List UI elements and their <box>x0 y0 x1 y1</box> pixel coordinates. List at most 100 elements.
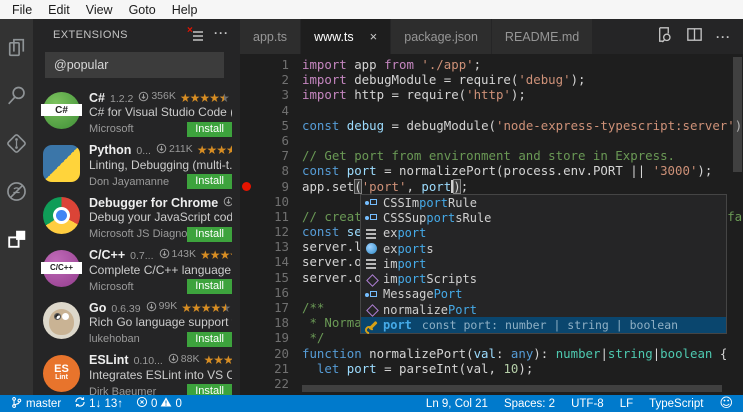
editor-group: app.tswww.ts×package.jsonREADME.md ··· 1 i… <box>240 19 743 395</box>
source-control-icon[interactable] <box>0 119 33 167</box>
install-button[interactable]: Install <box>187 122 232 137</box>
breakpoint-margin[interactable] <box>240 330 253 345</box>
breakpoint-margin[interactable] <box>240 209 253 224</box>
breakpoint-margin[interactable] <box>240 361 253 376</box>
line-number: 1 <box>253 57 289 72</box>
error-count-icon <box>136 396 148 411</box>
breakpoint-margin[interactable] <box>240 133 253 148</box>
activity-bar <box>0 19 33 395</box>
breakpoint-margin[interactable] <box>240 57 253 72</box>
files-icon[interactable] <box>0 23 33 71</box>
keyword-kind-icon <box>365 257 379 270</box>
breakpoint-margin[interactable] <box>240 254 253 269</box>
sidebar-title: EXTENSIONS <box>53 29 178 41</box>
extension-list-item[interactable]: Python0...211K★★★★★★Linting, Debugging (… <box>33 138 240 191</box>
breakpoint-margin[interactable] <box>240 239 253 254</box>
menu-item-help[interactable]: Help <box>164 2 206 18</box>
search-icon[interactable] <box>0 71 33 119</box>
tab-app-ts[interactable]: app.ts <box>240 19 300 54</box>
suggestion-label: CSSSupportsRule <box>383 211 491 225</box>
breakpoint-margin[interactable] <box>240 285 253 300</box>
debug-icon[interactable] <box>0 167 33 215</box>
install-button[interactable]: Install <box>187 332 232 347</box>
split-editor-icon[interactable] <box>685 25 704 49</box>
suggestion-item[interactable]: MessagePort <box>361 287 726 302</box>
suggestion-detail: const port: number | string | boolean <box>422 318 678 332</box>
tab-README-md[interactable]: README.md <box>492 19 592 54</box>
breakpoint-margin[interactable] <box>240 376 253 391</box>
line-number: 3 <box>253 87 289 102</box>
suggestion-item[interactable]: export <box>361 226 726 241</box>
breakpoint-margin[interactable] <box>240 87 253 102</box>
extensions-icon[interactable] <box>0 215 33 263</box>
cursor-position[interactable]: Ln 9, Col 21 <box>426 398 488 410</box>
install-button[interactable]: Install <box>187 279 232 294</box>
line-number: 2 <box>253 72 289 87</box>
tab-www-ts[interactable]: www.ts× <box>301 19 390 54</box>
star-icon: ★ <box>223 353 232 367</box>
extension-list-item[interactable]: Go0.6.3999K★★★★★★Rich Go language suppor… <box>33 295 240 348</box>
tab-package-json[interactable]: package.json <box>391 19 491 54</box>
extension-list-item[interactable]: Debugger for Chrome148Debug your JavaScr… <box>33 190 240 243</box>
git-branch-status[interactable]: master <box>10 396 61 412</box>
line-text: */ <box>289 330 324 345</box>
module-kind-icon <box>365 242 379 255</box>
more-actions-icon[interactable]: ··· <box>214 28 230 42</box>
install-button[interactable]: Install <box>187 174 232 189</box>
line-number: 10 <box>253 194 289 209</box>
close-icon[interactable]: × <box>370 30 378 43</box>
clear-extensions-input-icon[interactable]: × <box>188 28 204 42</box>
breakpoint-margin[interactable] <box>240 270 253 285</box>
encoding[interactable]: UTF-8 <box>571 398 604 410</box>
menu-item-file[interactable]: File <box>4 2 40 18</box>
language-mode[interactable]: TypeScript <box>649 398 703 410</box>
suggestion-item[interactable]: port const port: number | string | boolea… <box>361 317 726 332</box>
property-kind-icon <box>365 211 379 224</box>
suggestion-item[interactable]: import <box>361 256 726 271</box>
horizontal-scrollbar[interactable] <box>302 385 722 392</box>
install-button[interactable]: Install <box>187 227 232 242</box>
breakpoint-margin[interactable] <box>240 118 253 133</box>
suggestion-item[interactable]: importScripts <box>361 271 726 286</box>
open-preview-icon[interactable] <box>654 25 673 49</box>
vertical-scrollbar[interactable] <box>733 57 742 172</box>
suggestion-item[interactable]: normalizePort <box>361 302 726 317</box>
git-sync-status[interactable]: 1↓ 13↑ <box>74 396 123 411</box>
feedback-smiley-icon[interactable]: ☺ <box>719 397 733 410</box>
wrench-kind-icon <box>365 319 379 332</box>
extension-author: Microsoft <box>89 123 187 135</box>
extension-list-item[interactable]: C#C#1.2.2356K★★★★★★C# for Visual Studio … <box>33 85 240 138</box>
menu-item-edit[interactable]: Edit <box>40 2 78 18</box>
line-text <box>289 285 302 300</box>
suggestion-item[interactable]: CSSSupportsRule <box>361 210 726 225</box>
breakpoint-margin[interactable] <box>240 148 253 163</box>
menu-item-view[interactable]: View <box>78 2 121 18</box>
extensions-search-input[interactable] <box>45 52 224 78</box>
line-number: 5 <box>253 118 289 133</box>
extension-list-item[interactable]: ESLintESLint0.10...88K★★★★★Integrates ES… <box>33 348 240 396</box>
breakpoint-margin[interactable] <box>240 72 253 87</box>
indentation[interactable]: Spaces: 2 <box>504 398 555 410</box>
breakpoint-margin[interactable] <box>240 315 253 330</box>
star-icon: ★ <box>210 248 220 262</box>
install-button[interactable]: Install <box>187 384 232 395</box>
breakpoint-margin[interactable] <box>240 224 253 239</box>
breakpoint-margin[interactable] <box>240 300 253 315</box>
breakpoint-margin[interactable] <box>240 346 253 361</box>
extension-author: Don Jayamanne <box>89 176 187 188</box>
problems-status[interactable]: 0 0 <box>136 396 182 411</box>
suggestion-item[interactable]: CSSImportRule <box>361 195 726 210</box>
suggestion-label: export <box>383 226 426 240</box>
eol[interactable]: LF <box>620 398 633 410</box>
breakpoint-margin[interactable] <box>240 194 253 209</box>
suggestion-item[interactable]: exports <box>361 241 726 256</box>
extension-list-item[interactable]: C/C++C/C++0.7...143K★★★★★Complete C/C++ … <box>33 243 240 296</box>
menu-item-goto[interactable]: Goto <box>121 2 164 18</box>
breakpoint-icon[interactable] <box>242 182 251 191</box>
suggestion-label: port <box>383 318 412 332</box>
breakpoint-margin[interactable] <box>240 179 253 194</box>
branch-icon <box>10 396 23 412</box>
more-icon[interactable]: ··· <box>716 28 731 46</box>
breakpoint-margin[interactable] <box>240 163 253 178</box>
breakpoint-margin[interactable] <box>240 103 253 118</box>
